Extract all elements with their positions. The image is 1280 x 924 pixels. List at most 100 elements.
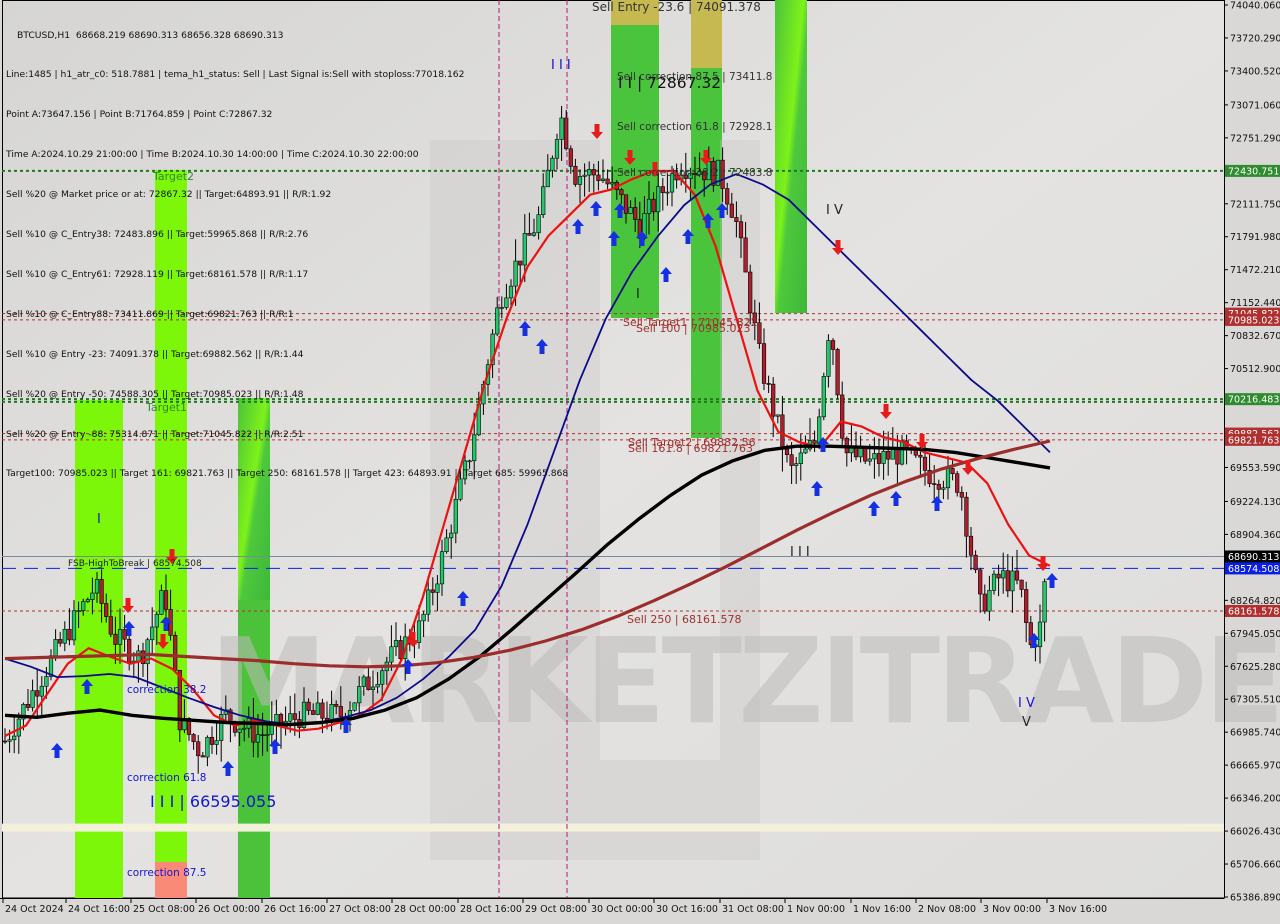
candle-body — [628, 207, 633, 214]
price-tick-label: 67305.510 — [1230, 695, 1280, 706]
candle-body — [173, 635, 178, 671]
candle-body — [771, 383, 776, 417]
candle-body — [265, 734, 270, 736]
candle-body — [163, 590, 169, 610]
candle-body — [352, 702, 357, 711]
time-tick-label: 28 Oct 16:00 — [460, 904, 522, 915]
chart-annotation: correction 61.8 — [127, 772, 206, 784]
candle-body — [159, 590, 164, 615]
candle-body — [955, 473, 960, 493]
candle-body — [945, 468, 951, 489]
price-tick-label: 68904.360 — [1230, 530, 1280, 541]
candle-body — [472, 434, 477, 462]
price-label: 72430.751 — [1228, 166, 1279, 177]
candle-body — [117, 629, 123, 645]
candle-body — [729, 203, 734, 218]
chart[interactable]: MARKETZITRADE Sell Entry -23.6 | 74091.3… — [0, 0, 1280, 920]
candle-body — [991, 573, 997, 591]
candle-body — [587, 169, 592, 176]
candle-body — [439, 551, 445, 585]
candle-body — [964, 496, 969, 537]
candle-body — [90, 592, 95, 600]
candle-body — [462, 460, 468, 480]
candle-body — [214, 740, 219, 745]
candle-body — [416, 620, 422, 643]
candle-body — [895, 449, 900, 465]
candle-body — [58, 639, 63, 644]
candle-body — [577, 176, 583, 185]
price-tick-label: 71152.440 — [1230, 298, 1280, 309]
candle-body — [1019, 579, 1024, 590]
candle-body — [858, 447, 863, 458]
candle-body — [522, 233, 527, 266]
candle-body — [968, 535, 974, 556]
candle-body — [527, 233, 532, 236]
candle-body — [127, 638, 132, 663]
time-tick-label: 29 Oct 08:00 — [525, 904, 587, 915]
price-label: 68574.508 — [1228, 564, 1279, 575]
candle-body — [288, 713, 293, 722]
price-label: 70216.483 — [1228, 395, 1279, 406]
candle-body — [196, 741, 201, 757]
candle-body — [320, 702, 325, 719]
candle-body — [623, 194, 629, 214]
candle-body — [918, 454, 923, 458]
candle-body — [536, 214, 541, 234]
chart-annotation: correction 87.5 — [127, 867, 206, 879]
chart-canvas[interactable]: MARKETZITRADE Sell Entry -23.6 | 74091.3… — [0, 0, 1280, 920]
price-tick-label: 67625.280 — [1230, 662, 1280, 673]
price-tick-label: 73720.290 — [1230, 33, 1280, 44]
time-tick-label: 1 Nov 16:00 — [853, 904, 911, 915]
candle-body — [886, 450, 891, 460]
chart-annotation: I I I — [790, 545, 810, 560]
price-label: 70985.023 — [1228, 315, 1279, 326]
candle-body — [338, 706, 343, 717]
chart-annotation: Sell correction 38.2 | 72483.8 — [617, 167, 772, 179]
candle-body — [53, 639, 58, 656]
candle-body — [237, 728, 242, 733]
candle-body — [950, 468, 955, 475]
candle-body — [274, 713, 279, 723]
chart-annotation: I I I — [551, 58, 571, 73]
candle-body — [982, 593, 987, 612]
chart-annotation: I I I | 66595.055 — [150, 792, 276, 811]
candle-body — [826, 340, 831, 377]
time-tick-label: 24 Oct 16:00 — [68, 904, 130, 915]
candle-body — [619, 189, 624, 196]
candle-body — [936, 483, 941, 490]
candle-body — [734, 217, 739, 222]
candle-body — [393, 640, 399, 648]
candle-body — [315, 702, 320, 715]
candle-body — [766, 383, 771, 385]
candle-body — [725, 188, 730, 205]
candle-body — [564, 117, 569, 150]
candle-body — [665, 191, 670, 194]
candle-body — [94, 579, 100, 594]
candle-body — [361, 676, 366, 687]
candle-body — [531, 232, 537, 236]
candle-body — [748, 271, 753, 314]
candle-body — [821, 376, 826, 418]
candle-body — [1042, 581, 1047, 623]
candle-body — [835, 349, 840, 396]
price-tick-label: 69224.130 — [1230, 497, 1280, 508]
candle-body — [25, 703, 31, 708]
candle-body — [775, 414, 780, 417]
candle-body — [513, 260, 518, 287]
time-tick-label: 1 Nov 00:00 — [787, 904, 845, 915]
price-tick-label: 69553.590 — [1230, 463, 1280, 474]
time-tick-label: 30 Oct 16:00 — [656, 904, 718, 915]
price-tick-label: 72751.290 — [1230, 133, 1280, 144]
chart-annotation: V — [1022, 715, 1031, 730]
candle-body — [154, 614, 159, 628]
candle-body — [85, 599, 90, 603]
candle-body — [292, 713, 297, 720]
chart-annotation: I — [636, 287, 640, 302]
candle-body — [568, 148, 573, 167]
candle-body — [209, 737, 215, 745]
candle-body — [863, 447, 868, 462]
price-tick-label: 71791.980 — [1230, 232, 1280, 243]
candle-body — [881, 450, 886, 464]
price-tick-label: 70512.900 — [1230, 364, 1280, 375]
candle-body — [499, 307, 504, 309]
